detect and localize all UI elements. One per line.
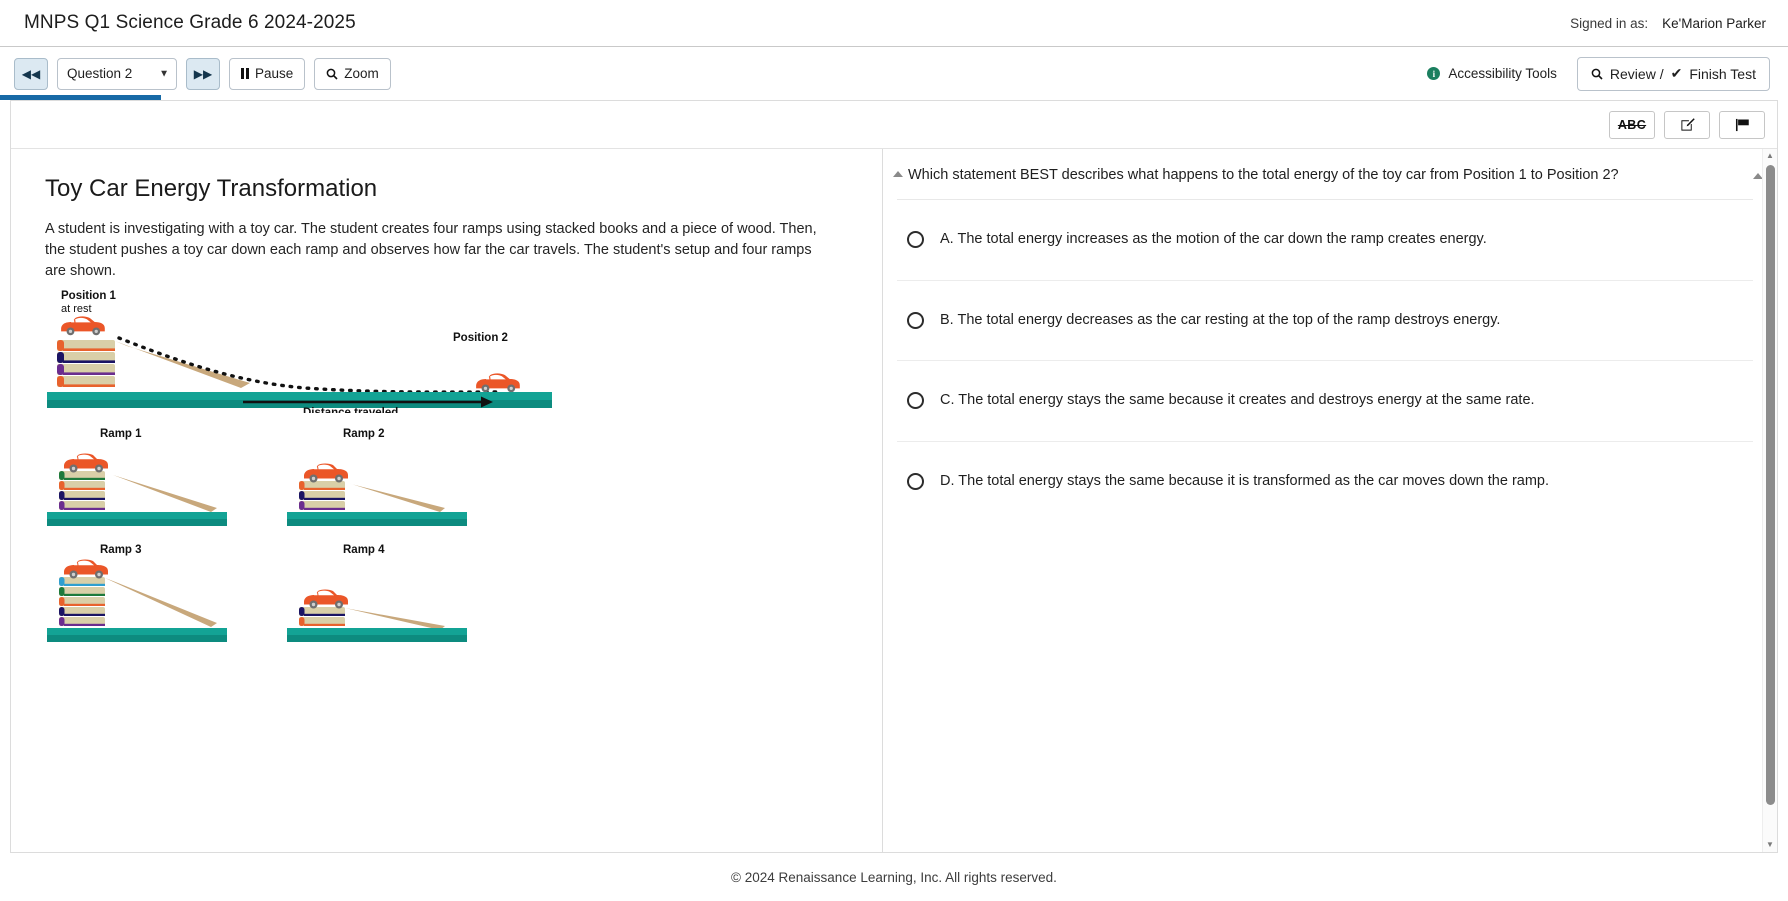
answer-option-b-label: B. The total energy decreases as the car… bbox=[940, 311, 1501, 328]
search-icon bbox=[1591, 68, 1603, 80]
review-finish-test-button[interactable]: Review / ✔ Finish Test bbox=[1576, 56, 1770, 91]
ramp-4-label: Ramp 4 bbox=[343, 544, 385, 556]
test-player-window: MNPS Q1 Science Grade 6 2024-2025 Signed… bbox=[0, 0, 1788, 901]
answer-option-c-label: C. The total energy stays the same becau… bbox=[940, 392, 1535, 409]
review-label: Review / bbox=[1609, 65, 1664, 82]
radio-button-d[interactable] bbox=[907, 472, 924, 490]
answer-option-d[interactable]: D. The total energy stays the same becau… bbox=[897, 442, 1753, 522]
ramps-grid: Ramp 1 Ramp 2 Ramp 3 Ramp 4 bbox=[45, 425, 852, 650]
user-name: Ke'Marion Parker bbox=[1662, 15, 1766, 31]
notepad-tool-button[interactable] bbox=[1664, 110, 1710, 139]
title-bar: MNPS Q1 Science Grade 6 2024-2025 Signed… bbox=[0, 0, 1788, 47]
pause-button[interactable]: Pause bbox=[229, 57, 306, 90]
ramp-board bbox=[115, 341, 250, 389]
passage-pane: Toy Car Energy Transformation A student … bbox=[11, 149, 883, 852]
flag-tool-button[interactable] bbox=[1719, 110, 1765, 139]
pencil-square-icon bbox=[1680, 117, 1695, 132]
item-tools-row: ABC bbox=[11, 101, 1777, 149]
question-select-wrap: Question 2 ▼ bbox=[57, 57, 177, 90]
strikethrough-tool-button[interactable]: ABC bbox=[1609, 110, 1655, 139]
pause-icon bbox=[241, 68, 249, 79]
panes: Toy Car Energy Transformation A student … bbox=[11, 149, 1777, 852]
search-icon bbox=[326, 68, 338, 80]
radio-button-b[interactable] bbox=[907, 311, 924, 329]
pause-label: Pause bbox=[255, 66, 294, 81]
position-2-label: Position 2 bbox=[453, 332, 508, 344]
ramp-3-label: Ramp 3 bbox=[100, 544, 142, 556]
caret-up-icon[interactable]: ▲ bbox=[1766, 149, 1774, 163]
ramp-1-label: Ramp 1 bbox=[100, 428, 142, 440]
check-icon: ✔ bbox=[1670, 65, 1683, 81]
content-frame: ABC Toy Car Energy Transformation A stud… bbox=[10, 100, 1778, 853]
question-select[interactable]: Question 2 bbox=[57, 57, 177, 90]
question-prompt: Which statement BEST describes what happ… bbox=[908, 167, 1619, 183]
passage-title: Toy Car Energy Transformation bbox=[45, 175, 378, 202]
info-icon: i bbox=[1427, 67, 1441, 80]
answer-options-list: A. The total energy increases as the mot… bbox=[883, 200, 1777, 521]
distance-traveled-label: Distance traveled bbox=[303, 407, 398, 413]
answer-option-d-label: D. The total energy stays the same becau… bbox=[940, 472, 1550, 489]
passage-body: A student is investigating with a toy ca… bbox=[45, 221, 817, 280]
answer-option-c[interactable]: C. The total energy stays the same becau… bbox=[897, 361, 1753, 442]
zoom-button[interactable]: Zoom bbox=[314, 57, 391, 90]
question-pane: Which statement BEST describes what happ… bbox=[883, 149, 1777, 852]
signed-in-label: Signed in as: bbox=[1570, 15, 1649, 31]
scrollbar-thumb[interactable] bbox=[1766, 165, 1775, 805]
finish-test-label: Finish Test bbox=[1689, 65, 1756, 82]
ramp-2-label: Ramp 2 bbox=[343, 428, 385, 440]
answer-option-a-label: A. The total energy increases as the mot… bbox=[940, 231, 1487, 248]
accessibility-tools-button[interactable]: i Accessibility Tools bbox=[1427, 66, 1557, 81]
main-toolbar: ◀◀ Question 2 ▼ ▶▶ Pause Zoom i Accessib… bbox=[0, 47, 1788, 100]
zoom-label: Zoom bbox=[344, 66, 379, 81]
footer: © 2024 Renaissance Learning, Inc. All ri… bbox=[0, 853, 1788, 901]
copyright-text: © 2024 Renaissance Learning, Inc. All ri… bbox=[731, 869, 1057, 885]
collapse-question-icon[interactable] bbox=[893, 171, 903, 177]
question-header: Which statement BEST describes what happ… bbox=[883, 149, 1777, 185]
caret-down-icon[interactable]: ▼ bbox=[1766, 838, 1774, 852]
previous-question-button[interactable]: ◀◀ bbox=[14, 57, 48, 90]
fast-forward-icon: ▶▶ bbox=[193, 66, 213, 81]
accessibility-tools-label: Accessibility Tools bbox=[1448, 66, 1557, 81]
toolbar-right-group: i Accessibility Tools Review / ✔ Finish … bbox=[1427, 56, 1770, 91]
motion-path bbox=[117, 336, 499, 395]
flag-icon bbox=[1735, 118, 1750, 132]
position-1-label: Position 1 bbox=[61, 290, 117, 302]
page-title: MNPS Q1 Science Grade 6 2024-2025 bbox=[24, 12, 356, 33]
main-setup-diagram: Position 1 at rest Position 2 Distance t… bbox=[47, 290, 552, 413]
next-question-button[interactable]: ▶▶ bbox=[186, 57, 220, 90]
answer-option-b[interactable]: B. The total energy decreases as the car… bbox=[897, 281, 1753, 362]
answer-option-a[interactable]: A. The total energy increases as the mot… bbox=[897, 200, 1753, 281]
ramps-diagram: Ramp 1 Ramp 2 Ramp 3 Ramp 4 bbox=[47, 428, 467, 643]
rewind-icon: ◀◀ bbox=[21, 66, 41, 81]
position-1-sublabel: at rest bbox=[61, 303, 92, 315]
radio-button-a[interactable] bbox=[907, 231, 924, 249]
radio-button-c[interactable] bbox=[907, 392, 924, 410]
toolbar-left-group: ◀◀ Question 2 ▼ ▶▶ Pause Zoom bbox=[14, 57, 391, 90]
vertical-scrollbar[interactable]: ▲ ▼ bbox=[1762, 149, 1777, 852]
signed-in-block: Signed in as: Ke'Marion Parker bbox=[1570, 16, 1766, 31]
